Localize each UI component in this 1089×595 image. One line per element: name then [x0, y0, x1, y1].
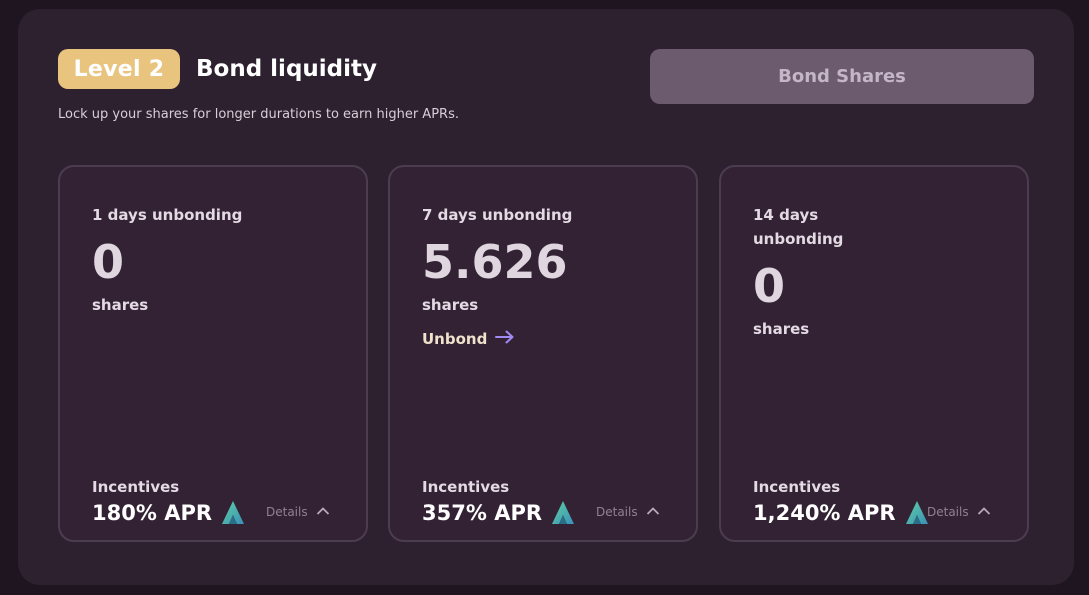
page-subtitle: Lock up your shares for longer durations…	[58, 107, 459, 122]
details-label: Details	[266, 505, 308, 519]
apr-row: 357% APR	[422, 497, 575, 529]
shares-amount: 0	[753, 259, 786, 313]
shares-unit: shares	[92, 296, 149, 314]
bond-card-1-day: 1 days unbonding 0 shares Incentives 180…	[58, 165, 368, 542]
shares-unit: shares	[422, 296, 479, 314]
chevron-up-icon	[646, 505, 660, 519]
unbond-link[interactable]: Unbond	[422, 330, 515, 348]
unbonding-duration: 14 days unbonding	[753, 206, 844, 248]
chevron-up-icon	[977, 505, 991, 519]
bond-card-7-days: 7 days unbonding 5.626 shares Unbond Inc…	[388, 165, 698, 542]
apr-value: 180% APR	[92, 501, 213, 525]
apr-value: 357% APR	[422, 501, 543, 525]
token-icon	[551, 500, 575, 526]
incentives-label: Incentives	[422, 478, 510, 496]
incentives-label: Incentives	[753, 478, 841, 496]
unbonding-duration: 1 days unbonding	[92, 206, 243, 224]
apr-value: 1,240% APR	[753, 501, 896, 525]
bond-shares-button[interactable]: Bond Shares	[650, 49, 1034, 104]
shares-amount: 5.626	[422, 235, 568, 289]
arrow-right-icon	[495, 330, 515, 348]
shares-amount: 0	[92, 235, 125, 289]
bond-card-14-days: 14 days unbonding 0 shares Incentives 1,…	[719, 165, 1029, 542]
level-badge: Level 2	[58, 49, 180, 89]
details-label: Details	[927, 505, 969, 519]
apr-row: 1,240% APR	[753, 497, 929, 529]
token-icon	[221, 500, 245, 526]
bond-liquidity-panel: Level 2 Bond liquidity Lock up your shar…	[18, 9, 1074, 585]
incentives-label: Incentives	[92, 478, 180, 496]
chevron-up-icon	[316, 505, 330, 519]
token-icon	[905, 500, 929, 526]
apr-row: 180% APR	[92, 497, 245, 529]
page-title: Bond liquidity	[196, 56, 378, 82]
details-toggle[interactable]: Details	[596, 505, 660, 519]
details-label: Details	[596, 505, 638, 519]
details-toggle[interactable]: Details	[266, 505, 330, 519]
shares-unit: shares	[753, 320, 810, 338]
unbond-label: Unbond	[422, 330, 488, 348]
details-toggle[interactable]: Details	[927, 505, 991, 519]
unbonding-duration: 7 days unbonding	[422, 206, 573, 224]
